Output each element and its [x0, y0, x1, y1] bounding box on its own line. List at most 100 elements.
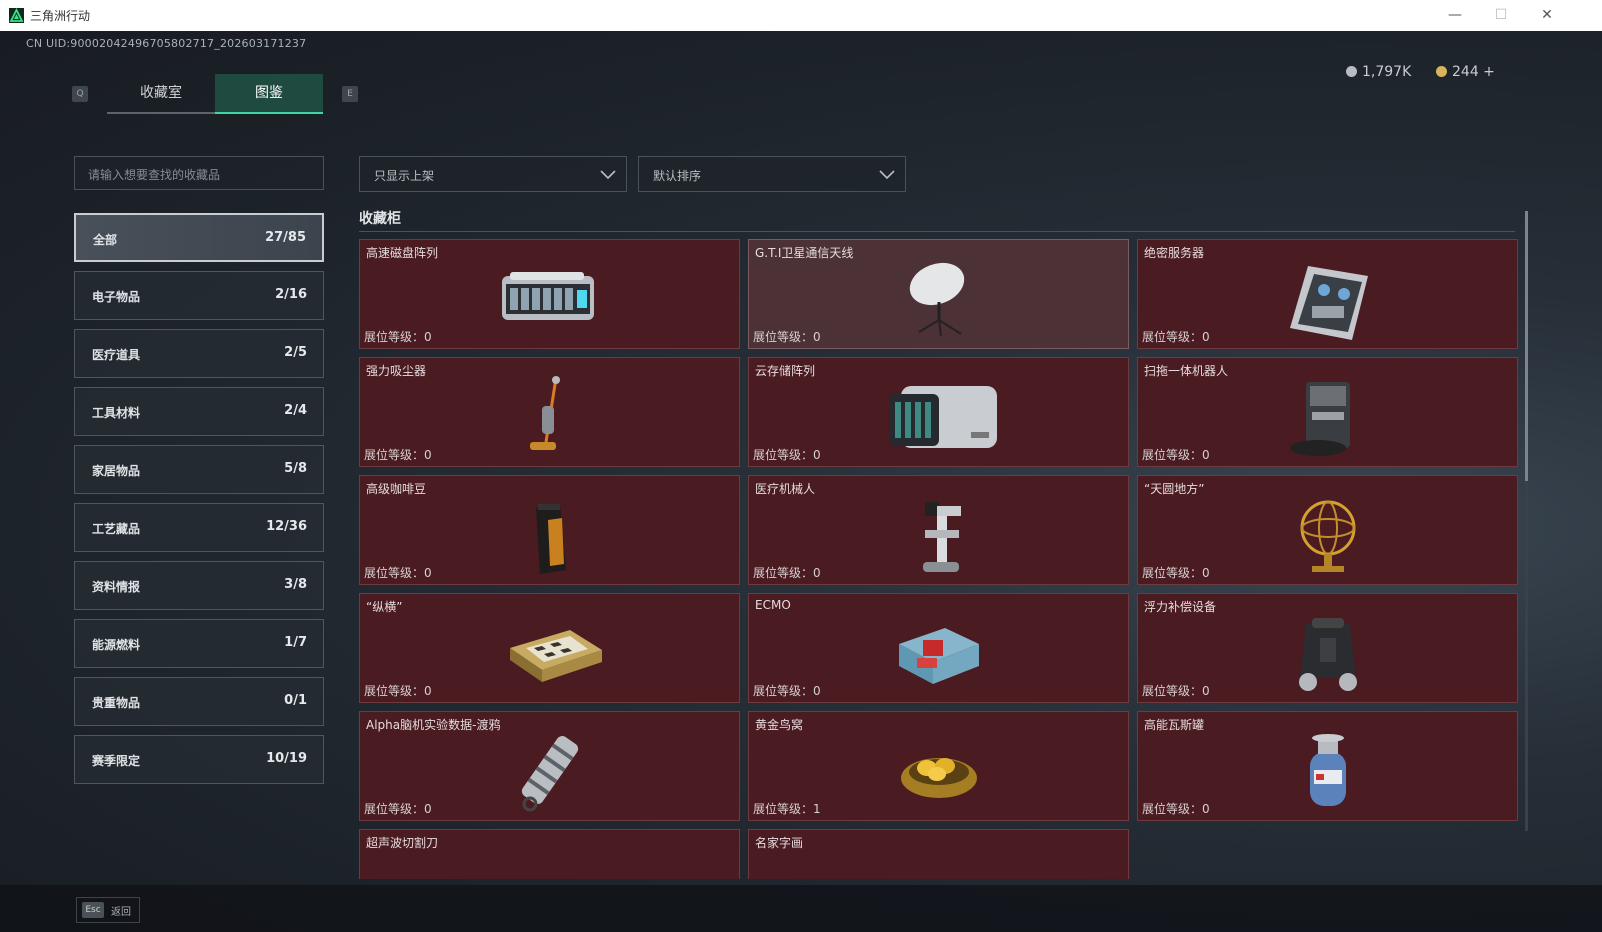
search-placeholder: 请输入想要查找的收藏品 — [88, 168, 221, 182]
category-count: 1/7 — [284, 635, 307, 650]
collection-item-card[interactable]: “天圆地方” 展位等级：0 — [1137, 475, 1518, 585]
tab-key-hint-e: E — [342, 86, 358, 102]
tab-codex[interactable]: 图鉴 — [215, 74, 323, 114]
category-season[interactable]: 赛季限定 10/19 — [74, 735, 324, 784]
shelf-filter-dropdown[interactable]: 只显示上架 — [359, 156, 627, 192]
category-name: 家居物品 — [92, 464, 141, 478]
item-name: 强力吸尘器 — [366, 364, 427, 378]
server-board-icon — [1290, 266, 1368, 340]
golden-nest-icon — [901, 758, 977, 798]
gold-amount: 244 + — [1452, 64, 1495, 80]
bottom-bar: Esc 返回 — [0, 885, 1602, 932]
collection-item-card[interactable]: ECMO 展位等级：0 — [748, 593, 1129, 703]
category-count: 0/1 — [284, 693, 307, 708]
category-count: 5/8 — [284, 461, 307, 476]
category-valuables[interactable]: 贵重物品 0/1 — [74, 677, 324, 726]
sort-dropdown[interactable]: 默认排序 — [638, 156, 906, 192]
sort-label: 默认排序 — [653, 169, 702, 183]
category-count: 3/8 — [284, 577, 307, 592]
category-fuel[interactable]: 能源燃料 1/7 — [74, 619, 324, 668]
item-level: 展位等级：0 — [1142, 448, 1210, 462]
category-name: 工具材料 — [92, 406, 141, 420]
ecmo-machine-icon — [899, 628, 979, 684]
collection-item-card[interactable]: 浮力补偿设备 展位等级：0 — [1137, 593, 1518, 703]
collection-item-card[interactable]: 名家字画 — [748, 829, 1129, 879]
back-label: 返回 — [111, 907, 131, 918]
collection-item-card[interactable]: 高速磁盘阵列 展位等级：0 — [359, 239, 740, 349]
collection-item-card[interactable]: 医疗机械人 展位等级：0 — [748, 475, 1129, 585]
close-button[interactable]: ✕ — [1524, 0, 1570, 31]
item-level: 展位等级：0 — [364, 448, 432, 462]
collection-item-card[interactable]: 绝密服务器 展位等级：0 — [1137, 239, 1518, 349]
category-intel[interactable]: 资料情报 3/8 — [74, 561, 324, 610]
category-count: 2/16 — [275, 287, 307, 302]
category-medical[interactable]: 医疗道具 2/5 — [74, 329, 324, 378]
silver-coin-icon — [1346, 66, 1357, 77]
window-title: 三角洲行动 — [30, 9, 91, 23]
collection-item-card[interactable]: 强力吸尘器 展位等级：0 — [359, 357, 740, 467]
collection-item-card[interactable]: 云存储阵列 展位等级：0 — [748, 357, 1129, 467]
section-title: 收藏柜 — [359, 211, 401, 227]
category-all[interactable]: 全部 27/85 — [74, 213, 324, 262]
item-level: 展位等级：0 — [753, 684, 821, 698]
item-name: 名家字画 — [755, 836, 804, 850]
item-level: 展位等级：0 — [364, 802, 432, 816]
item-level: 展位等级：0 — [364, 684, 432, 698]
collection-item-card[interactable]: 扫拖一体机器人 展位等级：0 — [1137, 357, 1518, 467]
scroll-thumb[interactable] — [1525, 211, 1528, 481]
gold-coin-icon — [1436, 66, 1447, 77]
category-name: 工艺藏品 — [92, 522, 141, 536]
back-button[interactable]: Esc 返回 — [76, 897, 140, 923]
minimize-button[interactable]: — — [1432, 0, 1478, 31]
item-name: 高速磁盘阵列 — [366, 246, 439, 260]
item-level: 展位等级：0 — [1142, 684, 1210, 698]
category-name: 贵重物品 — [92, 696, 141, 710]
item-name: “纵横” — [366, 600, 403, 614]
search-input[interactable]: 请输入想要查找的收藏品 — [74, 156, 324, 190]
satellite-dish-icon — [909, 262, 965, 337]
grid-scrollbar[interactable] — [1525, 211, 1528, 831]
user-uid: CN UID:9000204249670580271​7_20260317123… — [26, 37, 307, 50]
armillary-sphere-icon — [1300, 500, 1356, 572]
collection-item-card[interactable]: 超声波切割刀 — [359, 829, 740, 879]
chevron-down-icon — [879, 170, 895, 180]
category-name: 资料情报 — [92, 580, 141, 594]
game-viewport: CN UID:9000204249670580271​7_20260317123… — [0, 31, 1602, 932]
item-name: 医疗机械人 — [755, 482, 816, 496]
category-name: 电子物品 — [92, 290, 141, 304]
collection-item-card[interactable]: “纵横” 展位等级：0 — [359, 593, 740, 703]
currency-gold[interactable]: 244 + — [1436, 64, 1495, 80]
medical-robot-icon — [923, 502, 961, 572]
item-name: 高能瓦斯罐 — [1144, 718, 1205, 732]
silver-amount: 1,797K — [1362, 64, 1412, 80]
category-crafts[interactable]: 工艺藏品 12/36 — [74, 503, 324, 552]
collection-item-card[interactable]: G.T.I卫星通信天线 展位等级：0 — [748, 239, 1129, 349]
item-name: Alpha脑机实验数据-渡鸦 — [366, 718, 501, 732]
category-name: 能源燃料 — [92, 638, 141, 652]
category-name: 赛季限定 — [92, 754, 141, 768]
shelf-filter-label: 只显示上架 — [374, 169, 435, 183]
tab-collection-room[interactable]: 收藏室 — [107, 74, 215, 114]
collection-item-card[interactable]: 高级咖啡豆 展位等级：0 — [359, 475, 740, 585]
bcd-vest-icon — [1299, 618, 1357, 691]
app-logo-icon — [9, 8, 24, 23]
category-count: 2/5 — [284, 345, 307, 360]
category-electronics[interactable]: 电子物品 2/16 — [74, 271, 324, 320]
collection-item-card[interactable]: Alpha脑机实验数据-渡鸦 展位等级：0 — [359, 711, 740, 821]
data-canister-icon — [521, 735, 579, 812]
item-name: ECMO — [755, 598, 791, 612]
category-tools[interactable]: 工具材料 2/4 — [74, 387, 324, 436]
maximize-button[interactable]: ☐ — [1478, 0, 1524, 31]
category-count: 2/4 — [284, 403, 307, 418]
category-household[interactable]: 家居物品 5/8 — [74, 445, 324, 494]
section-divider — [359, 231, 1515, 232]
currency-silver: 1,797K — [1346, 64, 1411, 80]
category-count: 10/19 — [266, 751, 307, 766]
item-name: 黄金鸟窝 — [755, 718, 804, 732]
collection-item-card[interactable]: 黄金鸟窝 展位等级：1 — [748, 711, 1129, 821]
item-level: 展位等级：0 — [753, 566, 821, 580]
collection-item-card[interactable]: 高能瓦斯罐 展位等级：0 — [1137, 711, 1518, 821]
esc-key-hint: Esc — [82, 902, 104, 918]
window-titlebar: 三角洲行动 — ☐ ✕ — [0, 0, 1602, 32]
storage-array-icon — [889, 386, 997, 448]
